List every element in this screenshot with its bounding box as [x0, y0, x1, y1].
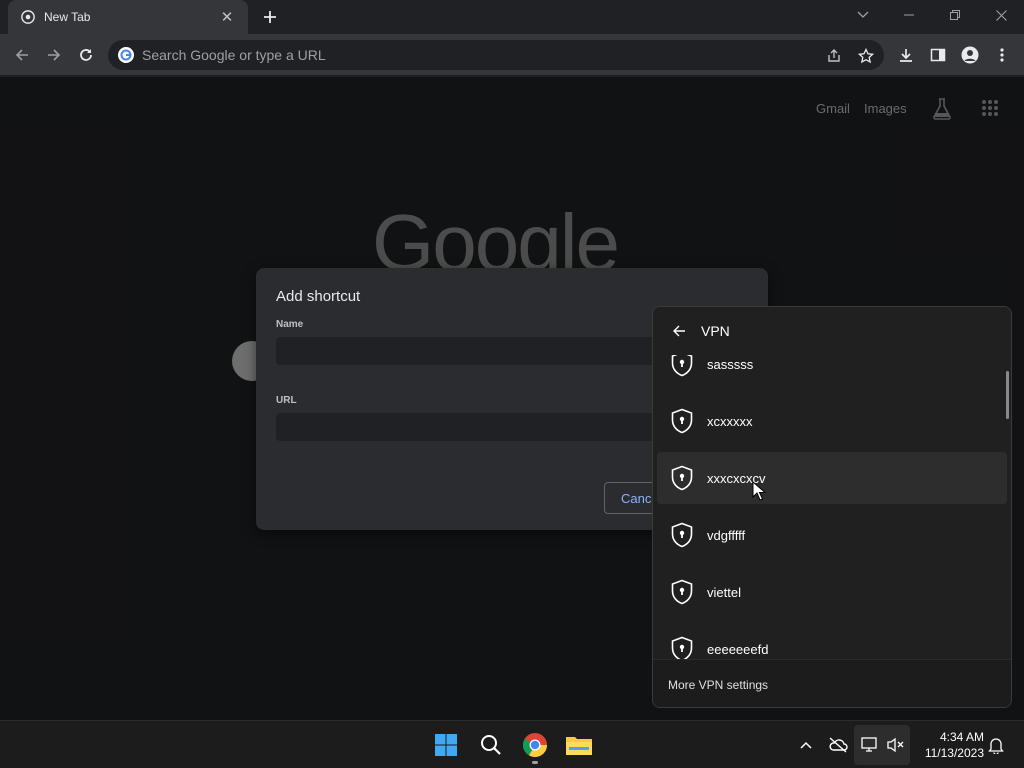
- google-g-icon: [118, 47, 134, 63]
- more-vpn-settings-label: More VPN settings: [668, 677, 769, 692]
- restore-icon[interactable]: [932, 0, 978, 30]
- omnibox[interactable]: Search Google or type a URL: [108, 40, 884, 70]
- new-tab-button[interactable]: [258, 5, 282, 29]
- system-clock[interactable]: 4:34 AM 11/13/2023: [916, 729, 984, 761]
- share-icon[interactable]: [824, 46, 844, 66]
- vpn-list[interactable]: sasssss xcxxxxx xxxcxcxcv vdgfffff viett…: [653, 345, 1011, 659]
- more-vpn-settings-link[interactable]: More VPN settings: [653, 659, 1011, 707]
- tab-title: New Tab: [44, 10, 91, 24]
- vpn-item-name: xcxxxxx: [707, 413, 753, 429]
- vpn-item[interactable]: eeeeeeefd: [657, 623, 1007, 659]
- chrome-icon[interactable]: [519, 729, 551, 761]
- tab-new-tab[interactable]: New Tab ✕: [8, 0, 248, 34]
- vpn-header: VPN: [653, 307, 1011, 355]
- vpn-item-name: eeeeeeefd: [707, 641, 769, 657]
- search-icon[interactable]: [475, 729, 507, 761]
- clock-date: 11/13/2023: [924, 746, 984, 760]
- omnibox-placeholder: Search Google or type a URL: [142, 47, 326, 63]
- vpn-shield-icon: [669, 578, 695, 606]
- download-icon[interactable]: [894, 43, 918, 67]
- vpn-item-name: viettel: [707, 584, 741, 600]
- reload-icon[interactable]: [74, 43, 98, 67]
- minimize-icon[interactable]: [886, 0, 932, 30]
- chrome-favicon-icon: [20, 9, 36, 25]
- file-explorer-icon[interactable]: [563, 729, 595, 761]
- browser-toolbar: Search Google or type a URL: [0, 34, 1024, 76]
- mouse-cursor-icon: [752, 481, 766, 501]
- network-icon[interactable]: [860, 735, 880, 755]
- volume-muted-icon[interactable]: [886, 735, 906, 755]
- back-arrow-icon[interactable]: [669, 321, 689, 341]
- vpn-shield-icon: [669, 407, 695, 435]
- vpn-scrollbar[interactable]: [1006, 371, 1009, 419]
- vpn-shield-icon: [669, 464, 695, 492]
- vpn-title: VPN: [701, 323, 730, 339]
- tab-strip: New Tab ✕: [0, 0, 1024, 34]
- vpn-flyout: sasssss xcxxxxx xxxcxcxcv vdgfffff viett…: [652, 306, 1012, 708]
- vpn-item[interactable]: xcxxxxx: [657, 395, 1007, 447]
- chrome-running-indicator: [532, 761, 538, 764]
- side-panel-icon[interactable]: [926, 43, 950, 67]
- clock-time: 4:34 AM: [939, 730, 984, 744]
- vpn-item-name: sasssss: [707, 356, 754, 372]
- vpn-item[interactable]: xxxcxcxcv: [657, 452, 1007, 504]
- close-window-icon[interactable]: [978, 0, 1024, 30]
- vpn-shield-icon: [669, 635, 695, 659]
- back-icon[interactable]: [10, 43, 34, 67]
- chevron-up-icon[interactable]: [796, 735, 816, 755]
- forward-icon[interactable]: [42, 43, 66, 67]
- menu-kebab-icon[interactable]: [990, 43, 1014, 67]
- vpn-shield-icon: [669, 521, 695, 549]
- profile-icon[interactable]: [958, 43, 982, 67]
- tab-search-icon[interactable]: [840, 0, 886, 30]
- onedrive-offline-icon[interactable]: [828, 735, 848, 755]
- vpn-item[interactable]: vdgfffff: [657, 509, 1007, 561]
- windows-start-icon[interactable]: [430, 729, 462, 761]
- vpn-item-name: vdgfffff: [707, 527, 746, 543]
- notification-bell-icon[interactable]: [986, 735, 1006, 755]
- windows-taskbar: 4:34 AM 11/13/2023: [0, 720, 1024, 768]
- dialog-title: Add shortcut: [276, 288, 361, 305]
- close-tab-icon[interactable]: ✕: [218, 8, 236, 26]
- vpn-item[interactable]: viettel: [657, 566, 1007, 618]
- bookmark-star-icon[interactable]: [856, 46, 876, 66]
